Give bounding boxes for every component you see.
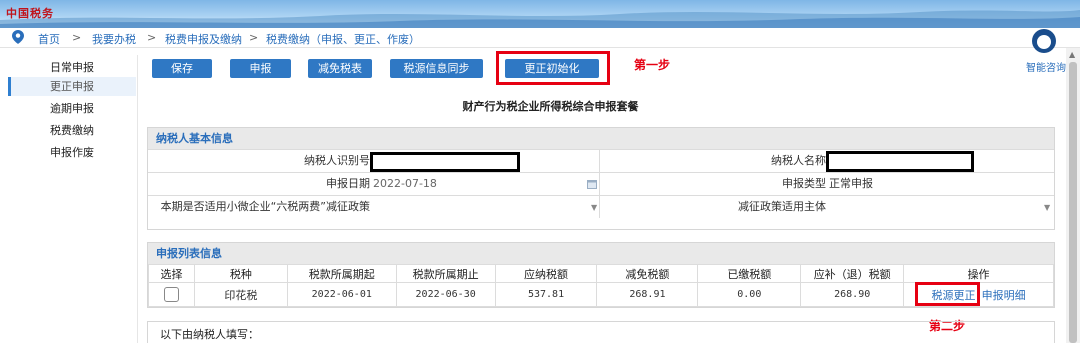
period-end-cell: 2022-06-30 [395, 282, 496, 307]
taxpayer-fill-row: 以下由纳税人填写： [147, 321, 1055, 343]
declare-detail-link[interactable]: 申报明细 [982, 289, 1026, 302]
col-header-period-end: 税款所属期止 [395, 264, 496, 283]
scroll-up-icon[interactable]: ▲ [1069, 50, 1075, 59]
row-checkbox[interactable] [163, 287, 179, 302]
page-title: 财产行为税企业所得税综合申报套餐 [462, 100, 639, 113]
breadcrumb-home[interactable]: 首页 [38, 31, 60, 47]
form-row-ids: 纳税人识别号 纳税人名称 [148, 149, 1054, 172]
tax-type-cell: 印花税 [193, 282, 288, 307]
breadcrumb-tax-declare[interactable]: 税费申报及缴纳 [165, 31, 242, 47]
source-sync-button[interactable]: 税源信息同步 [390, 59, 483, 78]
sidebar-item-daily-declare[interactable]: 日常申报 [8, 58, 136, 77]
sidebar-item-tax-payment[interactable]: 税费缴纳 [8, 121, 136, 140]
mountain-banner-image [0, 10, 1080, 28]
payable-cell: 537.81 [494, 282, 598, 307]
declare-type-value: 正常申报 [829, 177, 873, 190]
taxpayer-id-label: 纳税人识别号 [304, 154, 370, 167]
relief-subject-label: 减征政策适用主体 [738, 200, 826, 213]
small-biz-policy-select[interactable] [373, 196, 593, 218]
col-header-period-start: 税款所属期起 [286, 264, 397, 283]
redacted-taxpayer-id [370, 152, 520, 172]
sidebar-item-overdue-declare[interactable]: 逾期申报 [8, 99, 136, 118]
step1-highlight-box [496, 51, 610, 85]
col-header-relief: 减免税额 [596, 264, 699, 283]
relief-cell: 268.91 [596, 282, 699, 307]
chevron-down-icon[interactable]: ▼ [591, 203, 597, 212]
agent-face-icon [1037, 35, 1051, 49]
col-header-payable: 应纳税额 [494, 264, 598, 283]
step2-highlight-box [915, 282, 980, 306]
form-row-policy: 本期是否适用小微企业“六税两费”减征政策 ▼ 减征政策适用主体 ▼ [148, 195, 1054, 218]
section-title: 纳税人基本信息 [148, 128, 1054, 149]
taxpayer-name-label: 纳税人名称 [771, 154, 826, 167]
tax-logo[interactable]: 中国税务 [6, 5, 54, 21]
sidebar: 日常申报 更正申报 逾期申报 税费缴纳 申报作废 [0, 55, 138, 343]
save-button[interactable]: 保存 [152, 59, 212, 78]
calendar-icon[interactable] [587, 179, 597, 189]
paid-cell: 0.00 [697, 282, 802, 307]
smart-consult-label[interactable]: 智能咨询 [1024, 59, 1068, 74]
section-title: 申报列表信息 [148, 243, 1054, 264]
scrollbar-thumb[interactable] [1069, 62, 1077, 343]
location-pin-icon [12, 30, 24, 44]
col-header-select: 选择 [148, 264, 195, 283]
breadcrumb-my-tasks[interactable]: 我要办税 [92, 31, 136, 47]
sidebar-item-void-declare[interactable]: 申报作废 [8, 143, 136, 162]
breadcrumb-separator: > [147, 31, 157, 44]
form-row-date: 申报日期 2022-07-18 申报类型 正常申报 [148, 172, 1054, 195]
breadcrumb-separator: > [72, 31, 82, 44]
taxpayer-fill-label: 以下由纳税人填写： [160, 328, 259, 341]
declare-date-field[interactable]: 2022-07-18 [373, 173, 437, 195]
col-header-due: 应补（退）税额 [800, 264, 905, 283]
col-header-actions: 操作 [903, 264, 1054, 283]
declare-type-label: 申报类型 [782, 177, 826, 190]
chevron-down-icon[interactable]: ▼ [1044, 203, 1050, 212]
sidebar-item-correct-declare[interactable]: 更正申报 [8, 77, 136, 96]
top-banner: 中国税务 [0, 0, 1080, 28]
smart-consult-widget[interactable]: 智能咨询 [1024, 29, 1066, 74]
declare-button[interactable]: 申报 [230, 59, 291, 78]
breadcrumb-separator: > [249, 31, 259, 44]
period-start-cell: 2022-06-01 [286, 282, 397, 307]
row-select-cell [148, 282, 195, 307]
due-cell: 268.90 [800, 282, 905, 307]
small-biz-policy-label: 本期是否适用小微企业“六税两费”减征政策 [160, 200, 370, 213]
redacted-taxpayer-name [826, 151, 974, 172]
declare-date-label: 申报日期 [326, 177, 370, 190]
relief-table-button[interactable]: 减免税表 [308, 59, 372, 78]
relief-subject-select[interactable] [829, 196, 1039, 218]
taxpayer-info-section: 纳税人基本信息 纳税人识别号 纳税人名称 申报日期 2022-07-18 申报类… [147, 127, 1055, 230]
col-header-tax-type: 税种 [193, 264, 288, 283]
table-header-row: 选择 税种 税款所属期起 税款所属期止 应纳税额 减免税额 已缴税额 应补（退）… [148, 264, 1054, 283]
breadcrumb-current[interactable]: 税费缴纳（申报、更正、作废） [266, 31, 420, 47]
step1-annotation: 第一步 [634, 58, 671, 72]
breadcrumb: 首页 > 我要办税 > 税费申报及缴纳 > 税费缴纳（申报、更正、作废） [0, 28, 1080, 48]
page-scrollbar[interactable]: ▲ [1066, 48, 1080, 343]
col-header-paid: 已缴税额 [697, 264, 802, 283]
